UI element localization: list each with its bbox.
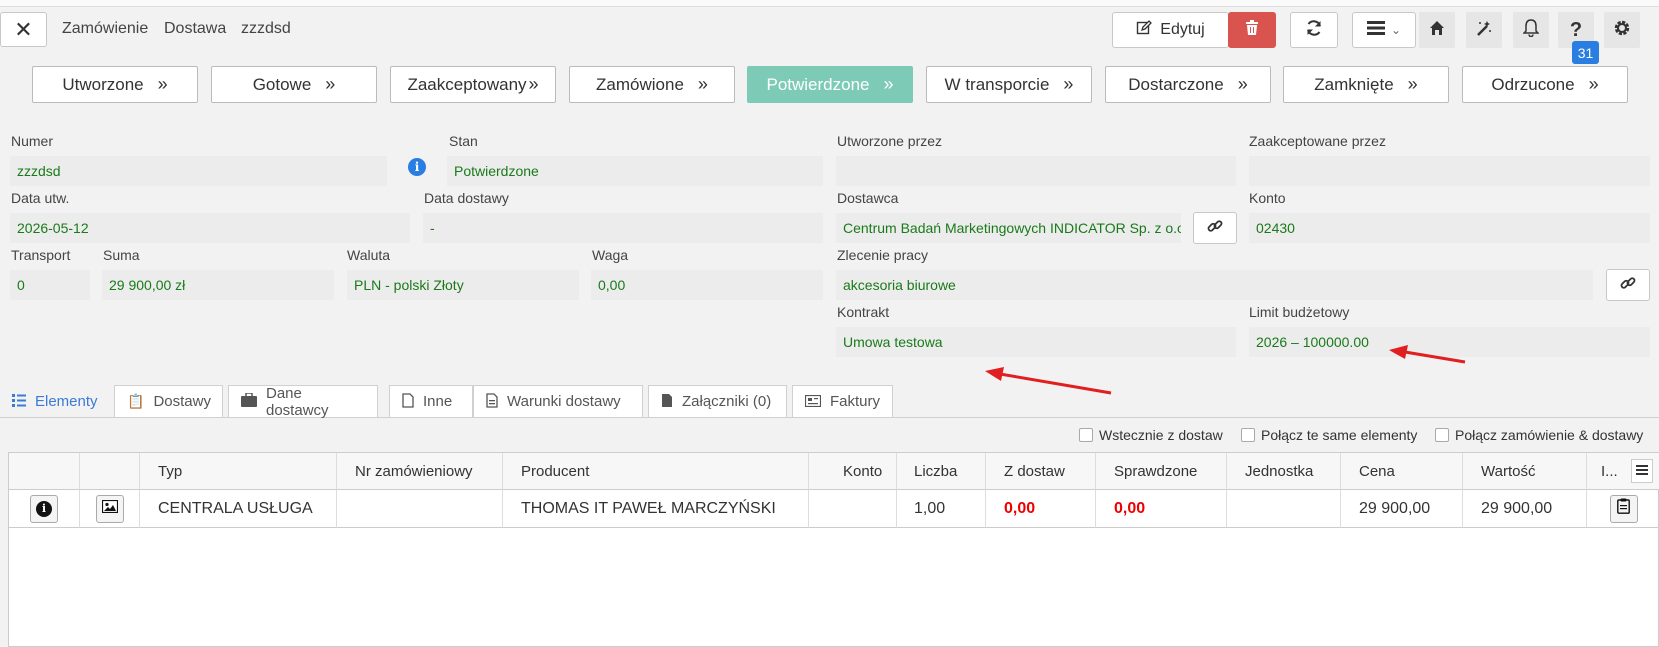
- info-circle-icon: i: [36, 500, 52, 517]
- tab-label: Załączniki (0): [682, 393, 772, 410]
- tab-faktury[interactable]: Faktury: [792, 385, 893, 417]
- option-polacz-elementy[interactable]: Połącz te same elementy: [1241, 427, 1417, 443]
- table-cell-producent: THOMAS IT PAWEŁ MARCZYŃSKI: [503, 490, 809, 528]
- elements-table: Typ Nr zamówieniowy Producent Konto Licz…: [8, 452, 1659, 647]
- option-label: Połącz te same elementy: [1261, 427, 1418, 443]
- column-header-konto[interactable]: Konto: [809, 453, 897, 490]
- file-filled-icon: [661, 393, 673, 411]
- table-cell-konto: [809, 490, 897, 528]
- tab-label: Elementy: [35, 392, 98, 410]
- tab-label: Inne: [423, 393, 453, 410]
- table-cell-typ: CENTRALA USŁUGA: [140, 490, 337, 528]
- column-header-info: [9, 453, 80, 490]
- table-cell-cena: 29 900,00: [1341, 490, 1463, 528]
- checkbox[interactable]: [1241, 428, 1255, 442]
- arrowhead-limit: [1389, 345, 1408, 359]
- tab-label: Faktury: [830, 393, 881, 410]
- tab-label: Warunki dostawy: [507, 393, 621, 410]
- column-header-nr[interactable]: Nr zamówieniowy: [337, 453, 503, 490]
- invoice-icon: [804, 394, 822, 410]
- file-icon: [402, 392, 414, 411]
- arrow-kontrakt: [999, 372, 1112, 395]
- table-cell-sprawdzone: 0,00: [1096, 490, 1227, 528]
- row-info-button[interactable]: i: [30, 494, 58, 523]
- tab-inne[interactable]: Inne: [389, 385, 473, 417]
- clipboard-icon: [1617, 498, 1630, 519]
- tab-zalaczniki[interactable]: Załączniki (0): [648, 385, 787, 417]
- tab-dostawy[interactable]: 📋 Dostawy: [114, 385, 223, 417]
- table-cell-z-dostaw: 0,00: [986, 490, 1096, 528]
- option-label: Połącz zamówienie & dostawy: [1455, 427, 1644, 443]
- checkbox[interactable]: [1079, 428, 1093, 442]
- tab-label: Dostawy: [153, 393, 211, 410]
- column-header-producent[interactable]: Producent: [503, 453, 809, 490]
- option-polacz-zamowienie[interactable]: Połącz zamówienie & dostawy: [1435, 427, 1643, 443]
- arrow-limit: [1404, 350, 1466, 364]
- column-header-liczba[interactable]: Liczba: [897, 453, 986, 490]
- tab-dane-dostawcy[interactable]: Dane dostawcy: [228, 384, 378, 419]
- column-header-typ[interactable]: Typ: [140, 453, 337, 490]
- column-header-z-dostaw[interactable]: Z dostaw: [986, 453, 1096, 490]
- table-cell-wartosc: 29 900,00: [1463, 490, 1587, 528]
- option-wstecznie[interactable]: Wstecznie z dostaw: [1079, 427, 1223, 443]
- tab-label: Dane dostawcy: [266, 384, 329, 419]
- row-clipboard-button[interactable]: [1609, 494, 1638, 523]
- column-header-image: [80, 453, 140, 490]
- column-header-jednostka[interactable]: Jednostka: [1227, 453, 1341, 490]
- menu-icon: [1636, 462, 1648, 480]
- document-icon: [486, 392, 498, 411]
- tab-elementy[interactable]: Elementy: [0, 385, 110, 417]
- option-label: Wstecznie z dostaw: [1099, 427, 1223, 443]
- table-row-image-cell: [80, 490, 140, 528]
- table-row-action-cell: [1587, 490, 1659, 528]
- table-cell-jednostka: [1227, 490, 1341, 528]
- column-header-wartosc[interactable]: Wartość: [1463, 453, 1587, 490]
- columns-menu-button[interactable]: [1631, 459, 1653, 483]
- column-header-cena[interactable]: Cena: [1341, 453, 1463, 490]
- tabs-divider: [0, 417, 1659, 418]
- briefcase-icon: [241, 392, 257, 410]
- list-icon: [12, 393, 26, 410]
- table-row-info-cell: i: [9, 490, 80, 528]
- checkbox[interactable]: [1435, 428, 1449, 442]
- image-icon: [101, 499, 118, 518]
- table-cell-nr: [337, 490, 503, 528]
- page: ✕ Zamówienie Dostawa zzzdsd Edytuj ⌄ ? 3…: [0, 0, 1659, 647]
- table-cell-liczba: 1,00: [897, 490, 986, 528]
- arrowhead-kontrakt: [985, 367, 1004, 381]
- tab-warunki-dostawy[interactable]: Warunki dostawy: [473, 385, 643, 417]
- column-header-sprawdzone[interactable]: Sprawdzone: [1096, 453, 1227, 490]
- clipboard-icon: 📋: [127, 393, 145, 409]
- row-image-button[interactable]: [95, 494, 124, 523]
